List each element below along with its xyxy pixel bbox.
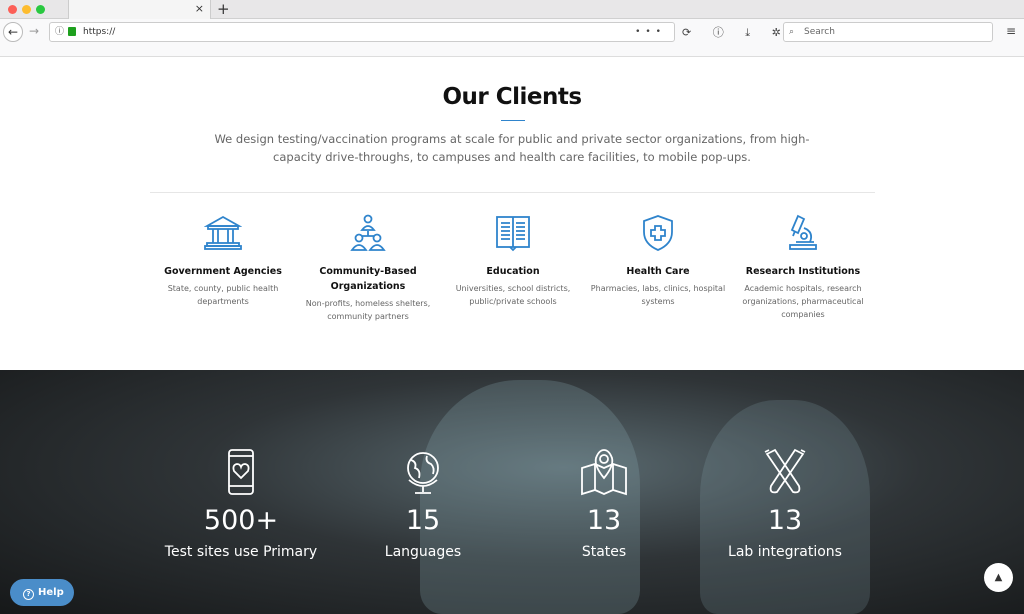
forward-button[interactable]: →	[29, 24, 39, 38]
stat-test-sites: 500+ Test sites use Primary	[151, 448, 331, 560]
client-community: Community-Based Organizations Non-profit…	[293, 214, 443, 323]
client-desc: Non-profits, homeless shelters, communit…	[305, 299, 431, 321]
stat-value: 13	[586, 505, 622, 536]
stat-value: 13	[767, 505, 803, 536]
client-title: Education	[486, 266, 540, 277]
url-text[interactable]: https://	[83, 23, 115, 41]
help-label: Help	[38, 587, 64, 598]
title-underline	[501, 120, 525, 121]
tab-bar: × +	[0, 0, 1024, 20]
stat-languages: 15 Languages	[333, 448, 513, 560]
client-education: Education Universities, school districts…	[438, 214, 588, 308]
section-intro: We design testing/vaccination programs a…	[214, 132, 810, 164]
address-bar[interactable]: ⓘ https:// •••	[49, 22, 675, 42]
new-tab-button[interactable]: +	[217, 0, 230, 18]
divider	[150, 192, 875, 193]
lock-icon	[68, 27, 76, 36]
back-button[interactable]: ←	[3, 22, 23, 42]
community-organization-icon	[350, 214, 386, 251]
search-input[interactable]: ⌕ Search	[783, 22, 993, 42]
stat-label: Test sites use Primary	[164, 544, 318, 560]
stat-label: Lab integrations	[728, 544, 842, 560]
client-title: Health Care	[626, 266, 690, 277]
help-icon: ?	[23, 589, 34, 600]
stat-value: 500+	[203, 505, 279, 536]
search-placeholder: Search	[804, 27, 835, 37]
stat-label: States	[581, 544, 627, 560]
stat-value: 15	[405, 505, 441, 536]
client-title: Community-Based Organizations	[319, 266, 417, 292]
client-research: Research Institutions Academic hospitals…	[728, 214, 878, 321]
stat-states: 13 States	[514, 448, 694, 560]
government-building-icon	[204, 215, 242, 250]
globe-icon	[407, 452, 439, 494]
test-tubes-icon	[764, 448, 806, 494]
phone-heart-icon	[228, 449, 254, 495]
client-title: Research Institutions	[745, 266, 861, 277]
stat-label: Languages	[384, 544, 462, 560]
book-icon	[496, 216, 530, 252]
browser-tab[interactable]: ×	[68, 0, 211, 20]
client-healthcare: Health Care Pharmacies, labs, clinics, h…	[583, 214, 733, 308]
info-icon[interactable]: ⓘ	[55, 23, 64, 41]
stat-lab-integrations: 13 Lab integrations	[695, 448, 875, 560]
map-pin-icon	[581, 449, 627, 496]
shield-cross-icon	[643, 215, 673, 251]
close-window-button[interactable]	[8, 5, 17, 14]
microscope-icon	[789, 214, 817, 250]
client-desc: Universities, school districts, public/p…	[455, 284, 571, 306]
maximize-window-button[interactable]	[36, 5, 45, 14]
client-title: Government Agencies	[164, 266, 282, 277]
page-actions-icon[interactable]: •••	[635, 23, 666, 41]
client-desc: State, county, public health departments	[167, 284, 279, 306]
scroll-to-top-button[interactable]: ▲	[984, 563, 1013, 592]
close-tab-icon[interactable]: ×	[195, 2, 204, 15]
search-icon: ⌕	[789, 27, 795, 37]
stats-section: 500+ Test sites use Primary 15 Languages…	[0, 370, 1024, 614]
minimize-window-button[interactable]	[22, 5, 31, 14]
menu-icon[interactable]: ≡	[1006, 24, 1016, 38]
client-desc: Pharmacies, labs, clinics, hospital syst…	[590, 284, 726, 306]
section-title: Our Clients	[442, 84, 582, 110]
help-button[interactable]: ? Help	[10, 579, 74, 606]
nav-bar: ← → ⓘ https:// ••• ⟳ ⓘ ⤓ ✲ ⎙ ⌕ Search ≡	[0, 19, 1024, 57]
client-desc: Academic hospitals, research organizatio…	[742, 284, 864, 319]
client-government: Government Agencies State, county, publi…	[148, 214, 298, 308]
